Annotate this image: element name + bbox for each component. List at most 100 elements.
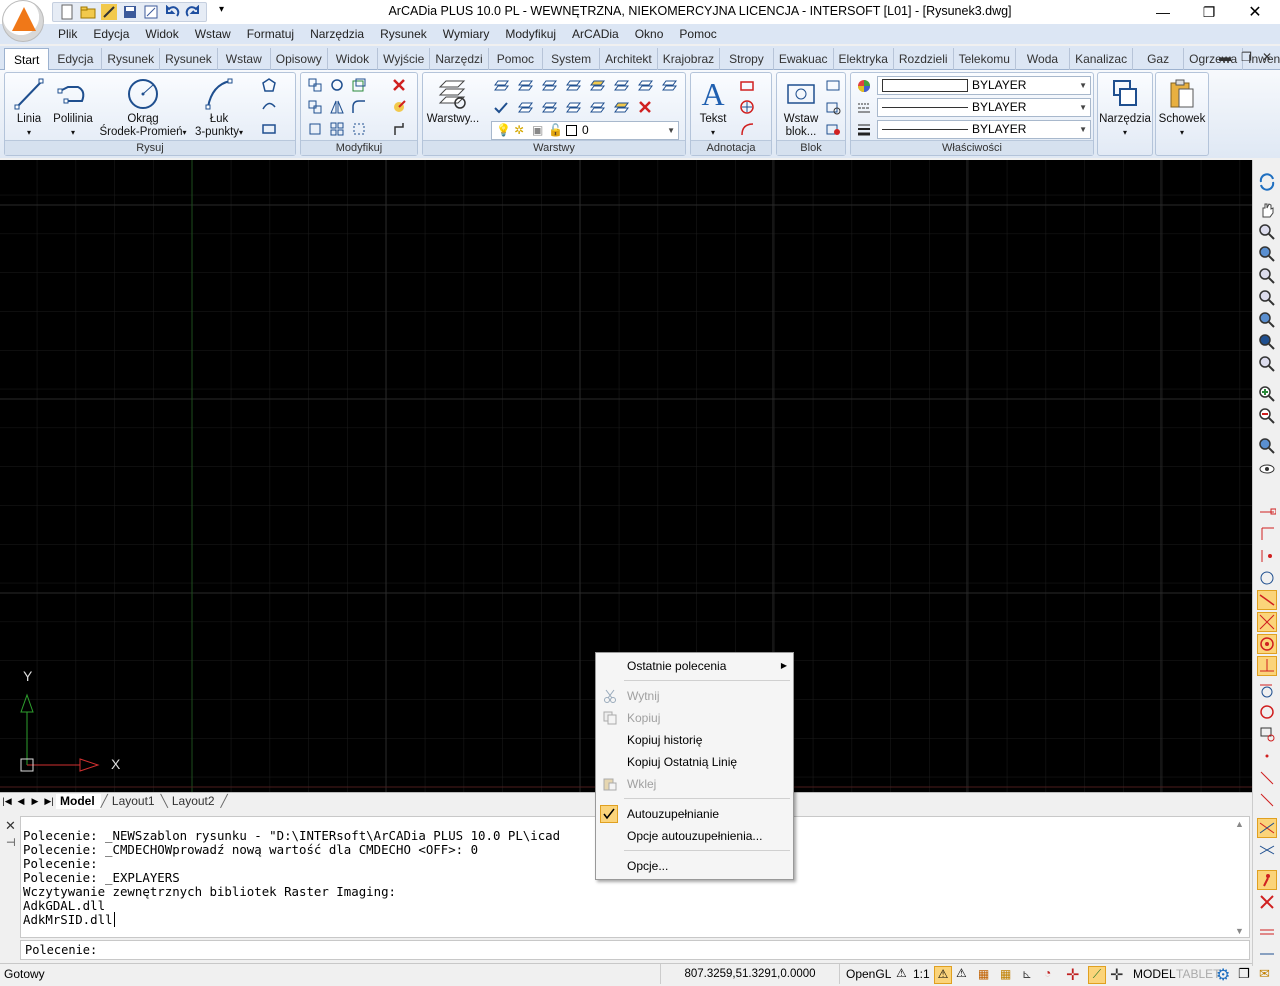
narzedzia-dropdown-icon[interactable]: ▾ [1098,126,1152,139]
linetype-select[interactable]: BYLAYER ▼ [877,98,1091,117]
menu-cut[interactable]: Wytnij [596,685,793,707]
layer-tool-11-icon[interactable] [539,97,559,117]
menu-arcadia[interactable]: ArCADia [564,24,627,44]
mdi-restore-icon[interactable]: ❐ [1241,50,1252,64]
zoom-extents-icon[interactable] [1257,354,1277,374]
tab-ewakuacja[interactable]: Ewakuac [774,48,834,70]
menu-copy-history[interactable]: Kopiuj historię [596,729,793,751]
tab-widok[interactable]: Widok [328,48,379,70]
layer-tool-3-icon[interactable] [539,75,559,95]
trim-icon[interactable] [349,119,369,139]
snap-circle-icon[interactable] [1257,702,1277,722]
okrag-button[interactable]: Okrąg Środek-Promień▾ [97,77,189,139]
tab-krajobraz[interactable]: Krajobraz [658,48,721,70]
menu-okno[interactable]: Okno [627,24,672,44]
layout-tab-layout2[interactable]: Layout2 [168,794,221,809]
regen-icon[interactable] [1257,172,1277,192]
mdi-minimize-icon[interactable]: ▬ [1219,50,1231,64]
move-icon[interactable] [305,75,325,95]
message-icon[interactable]: ✉ [1259,966,1270,982]
named-views-icon[interactable] [1257,458,1277,478]
app-logo-button[interactable] [2,0,44,42]
tab-start[interactable]: Start [4,48,50,70]
command-input[interactable]: Polecenie: [20,940,1250,960]
first-layout-icon[interactable]: |◀ [0,796,14,807]
layer-tool-5-icon[interactable] [587,75,607,95]
menu-wymiary[interactable]: Wymiary [435,24,498,44]
tekst-dropdown-icon[interactable]: ▾ [693,126,733,139]
zoom-dynamic-icon[interactable] [1257,288,1277,308]
zoom-all-icon[interactable] [1257,436,1277,456]
restore-button[interactable]: ❐ [1186,0,1232,24]
snap-off-icon[interactable] [1257,892,1277,912]
snap-center-icon[interactable] [1257,568,1277,588]
layer-tool-9-icon[interactable] [491,97,511,117]
erase-icon[interactable] [389,75,409,95]
layer-tool-7-icon[interactable] [635,75,655,95]
command-close-icon[interactable]: ✕ [5,818,16,834]
ellipse-arc-icon[interactable] [259,97,279,117]
snap-insertion-icon[interactable] [1257,724,1277,744]
linia-dropdown-icon[interactable]: ▾ [9,126,49,139]
annotation-visibility-icon[interactable]: ⚠ [934,966,952,984]
snap-intersection-icon[interactable] [1257,612,1277,632]
snap-perpendicular-icon[interactable] [1257,656,1277,676]
snap-point-icon[interactable] [1257,746,1277,766]
schowek-dropdown-icon[interactable]: ▾ [1156,126,1208,139]
linetype-icon[interactable] [854,98,874,118]
tab-rysunek[interactable]: Rysunek [102,48,161,70]
dimension-icon[interactable] [737,75,757,95]
layer-tool-14-icon[interactable] [611,97,631,117]
new-file-icon[interactable] [57,4,76,21]
match-properties-icon[interactable] [389,119,409,139]
snap-node-icon[interactable] [1257,546,1277,566]
osnap-icon[interactable]: ✛ [1066,965,1079,985]
tab-wyjscie[interactable]: Wyjście [378,48,431,70]
menu-modyfikuj[interactable]: Modyfikuj [497,24,564,44]
tab-edycja[interactable]: Edycja [49,48,103,70]
open-file-icon[interactable] [78,4,97,21]
undo-icon[interactable] [162,4,181,21]
zoom-in-icon[interactable] [1257,384,1277,404]
zoom-realtime-icon[interactable] [1257,222,1277,242]
snap-settings-icon[interactable] [1257,870,1277,890]
snap-clear-icon[interactable] [1257,840,1277,860]
polar-mode-icon[interactable]: ◔ [1044,966,1051,980]
menu-copy-last-line[interactable]: Kopiuj Ostatnią Linię [596,751,793,773]
zoom-previous-icon[interactable] [1257,244,1277,264]
lineweight-dropdown-icon[interactable]: ▼ [1079,121,1087,138]
layer-select[interactable]: 💡 ✲ ▣ 🔓 0 ▼ [491,121,679,140]
warstwy-button[interactable]: Warstwy... [425,77,481,126]
luk-dropdown-icon[interactable]: ▾ [239,128,243,137]
layer-tool-4-icon[interactable] [563,75,583,95]
snap-endpoint-icon[interactable] [1257,502,1277,522]
prev-layout-icon[interactable]: ◀ [14,796,28,807]
scroll-down-icon[interactable]: ▼ [1235,926,1244,936]
layer-tool-1-icon[interactable] [491,75,511,95]
zoom-window-icon[interactable] [1257,266,1277,286]
color-dropdown-icon[interactable]: ▼ [1079,77,1087,94]
zoom-center-icon[interactable] [1257,332,1277,352]
command-pin-icon[interactable]: ⊣ [6,836,16,849]
luk-button[interactable]: Łuk 3-punkty▾ [191,77,247,139]
minimize-button[interactable]: — [1140,0,1186,24]
snap-apparent-intersection-icon[interactable] [1257,818,1277,838]
snap-extension-icon[interactable] [1257,790,1277,810]
grid-mode-icon[interactable]: ▦ [1000,967,1011,981]
layout-tab-layout1[interactable]: Layout1 [108,794,161,809]
tab-woda[interactable]: Woda [1016,48,1071,70]
save-icon[interactable] [120,4,139,21]
model-space-toggle[interactable]: MODEL [1133,967,1176,981]
polilinia-button[interactable]: Polilinia ▾ [51,77,95,139]
menu-widok[interactable]: Widok [137,24,186,44]
tab-gaz[interactable]: Gaz [1133,48,1185,70]
tab-elektryka[interactable]: Elektryka [834,48,894,70]
linetype-dropdown-icon[interactable]: ▼ [1079,99,1087,116]
layer-tool-8-icon[interactable] [659,75,679,95]
save-as-icon[interactable] [141,4,160,21]
next-layout-icon[interactable]: ▶ [28,796,42,807]
layer-tool-12-icon[interactable] [563,97,583,117]
settings-gear-icon[interactable]: ⚙ [1216,965,1230,985]
layer-dropdown-icon[interactable]: ▼ [667,122,675,139]
tekst-button[interactable]: A Tekst ▾ [693,77,733,139]
